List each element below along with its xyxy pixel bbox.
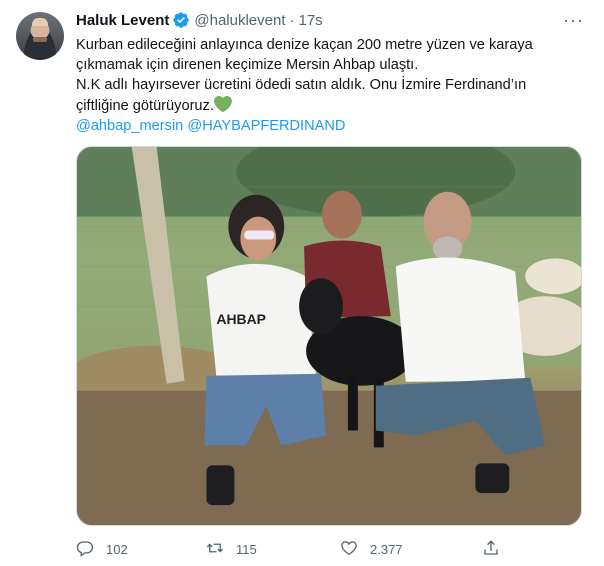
reply-button[interactable]: 102 — [76, 539, 128, 560]
separator-dot: · — [289, 11, 295, 29]
photo-scene: AHBAP — [77, 147, 581, 525]
green-heart-icon — [213, 95, 232, 113]
reply-icon — [76, 539, 94, 560]
mention-link[interactable]: @HAYBAPFERDINAND — [187, 118, 345, 134]
mentions-line: @ahbap_mersin @HAYBAPFERDINAND — [76, 116, 580, 136]
like-button[interactable]: 2.377 — [340, 539, 403, 560]
mention-link[interactable]: @ahbap_mersin — [76, 118, 183, 134]
shirt-print: AHBAP — [216, 311, 266, 327]
share-button[interactable] — [482, 539, 500, 560]
retweet-icon — [206, 539, 224, 560]
tweet-line: çıkmamak için direnen keçimize Mersin Ah… — [76, 57, 419, 73]
verified-badge-icon — [172, 11, 190, 29]
tweet[interactable]: Haluk Levent @haluklevent · 17s ··· Kurb… — [0, 0, 604, 566]
tweet-line: Kurban edileceğini anlayınca denize kaça… — [76, 37, 533, 53]
share-icon — [482, 539, 500, 560]
author-name[interactable]: Haluk Levent — [76, 12, 169, 29]
author-handle[interactable]: @haluklevent — [194, 12, 285, 29]
tweet-line: çiftliğine götürüyoruz. — [76, 98, 214, 114]
tweet-text: Kurban edileceğini anlayınca denize kaça… — [76, 35, 580, 136]
tweet-line-with-emoji: çiftliğine götürüyoruz. — [76, 95, 580, 116]
retweet-button[interactable]: 115 — [206, 539, 257, 560]
tweet-actions: 102 115 2.377 — [76, 538, 506, 560]
tweet-line: N.K adlı hayırsever ücretini ödedi satın… — [76, 77, 527, 93]
tweet-photo[interactable]: AHBAP — [76, 146, 582, 526]
like-icon — [340, 539, 358, 560]
like-count: 2.377 — [370, 541, 403, 557]
timestamp[interactable]: 17s — [299, 12, 323, 29]
more-icon[interactable]: ··· — [563, 10, 584, 31]
reply-count: 102 — [106, 541, 128, 557]
tweet-header: Haluk Levent @haluklevent · 17s — [76, 10, 323, 30]
avatar[interactable] — [16, 12, 64, 60]
retweet-count: 115 — [236, 541, 257, 557]
